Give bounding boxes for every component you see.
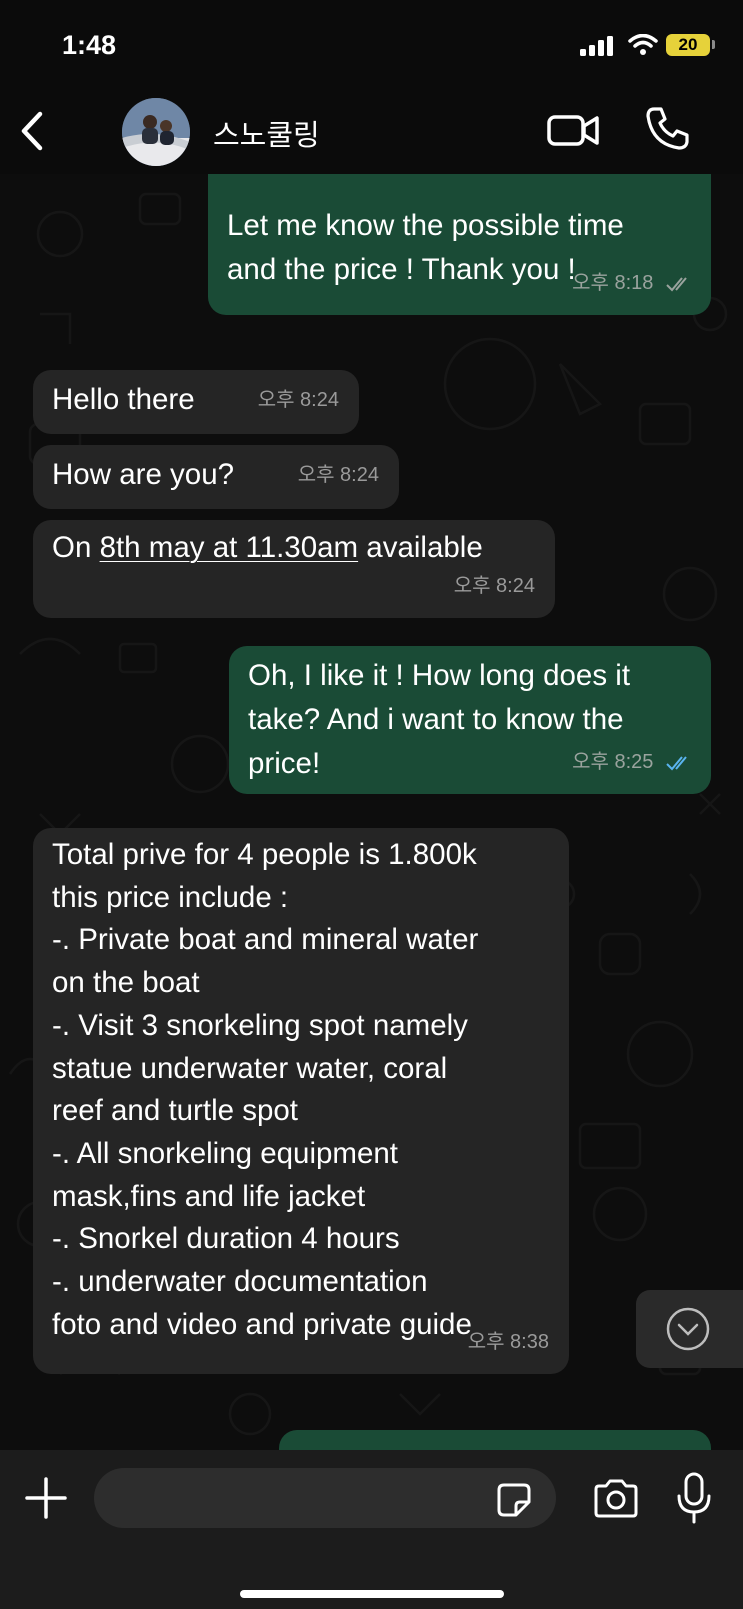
message-meta: 오후 8:24 (258, 378, 339, 422)
status-time: 1:48 (62, 30, 117, 60)
phone-icon[interactable] (644, 104, 692, 152)
message-text-part: On (52, 531, 100, 564)
scroll-down-button[interactable] (636, 1290, 743, 1368)
chat-header: 스노쿨링 (0, 90, 743, 174)
mic-icon[interactable] (676, 1472, 712, 1524)
message-text: Total prive for 4 people is 1.800k this … (52, 838, 479, 1341)
message-meta: 오후 8:24 (454, 564, 535, 608)
message-meta: 오후 8:18 (572, 261, 693, 305)
incoming-message[interactable]: How are you? 오후 8:24 (33, 445, 399, 509)
incoming-message[interactable]: Hello there 오후 8:24 (33, 370, 359, 434)
double-check-icon (666, 756, 687, 771)
message-time: 오후 8:25 (572, 751, 654, 773)
message-text: How are you? (52, 458, 235, 491)
outgoing-message[interactable] (279, 1430, 711, 1450)
message-text-part: available (358, 531, 483, 564)
outgoing-message[interactable]: Let me know the possible time and the pr… (208, 174, 711, 315)
cellular-signal-icon (580, 36, 613, 56)
message-text: On 8th may at 11.30am available (52, 526, 483, 570)
contact-name[interactable]: 스노쿨링 (213, 112, 320, 154)
message-time: 오후 8:38 (467, 1331, 549, 1353)
incoming-message[interactable]: On 8th may at 11.30am available 오후 8:24 (33, 520, 555, 618)
message-meta: 오후 8:25 (572, 740, 693, 784)
incoming-message[interactable]: Total prive for 4 people is 1.800k this … (33, 828, 569, 1374)
wifi-icon (628, 34, 658, 55)
camera-icon[interactable] (592, 1478, 640, 1518)
message-time: 오후 8:24 (257, 389, 339, 411)
avatar-photo (122, 98, 190, 166)
sticker-icon[interactable] (496, 1482, 532, 1518)
avatar[interactable] (122, 98, 190, 166)
double-check-icon (666, 277, 687, 292)
message-text: Hello there (52, 383, 195, 416)
video-call-icon[interactable] (546, 108, 602, 152)
home-indicator (240, 1590, 504, 1598)
status-bar: 1:48 20 (0, 0, 743, 90)
message-meta: 오후 8:38 (468, 1320, 549, 1364)
chat-area[interactable]: Let me know the possible time and the pr… (0, 174, 743, 1450)
back-icon[interactable] (14, 108, 54, 154)
message-meta: 오후 8:24 (298, 453, 379, 497)
message-input[interactable] (94, 1468, 556, 1528)
message-time: 오후 8:24 (297, 464, 379, 486)
plus-icon[interactable] (24, 1476, 68, 1520)
message-text: Let me know the possible time and the pr… (227, 209, 624, 286)
date-link[interactable]: 8th may at 11.30am (100, 531, 359, 564)
battery-indicator: 20 (666, 34, 710, 56)
input-bar (0, 1450, 743, 1609)
message-time: 오후 8:18 (572, 272, 654, 294)
battery-tip (712, 40, 715, 49)
message-time: 오후 8:24 (453, 575, 535, 597)
outgoing-message[interactable]: Oh, I like it ! How long does it take? A… (229, 646, 711, 794)
scroll-down-icon (666, 1307, 710, 1351)
